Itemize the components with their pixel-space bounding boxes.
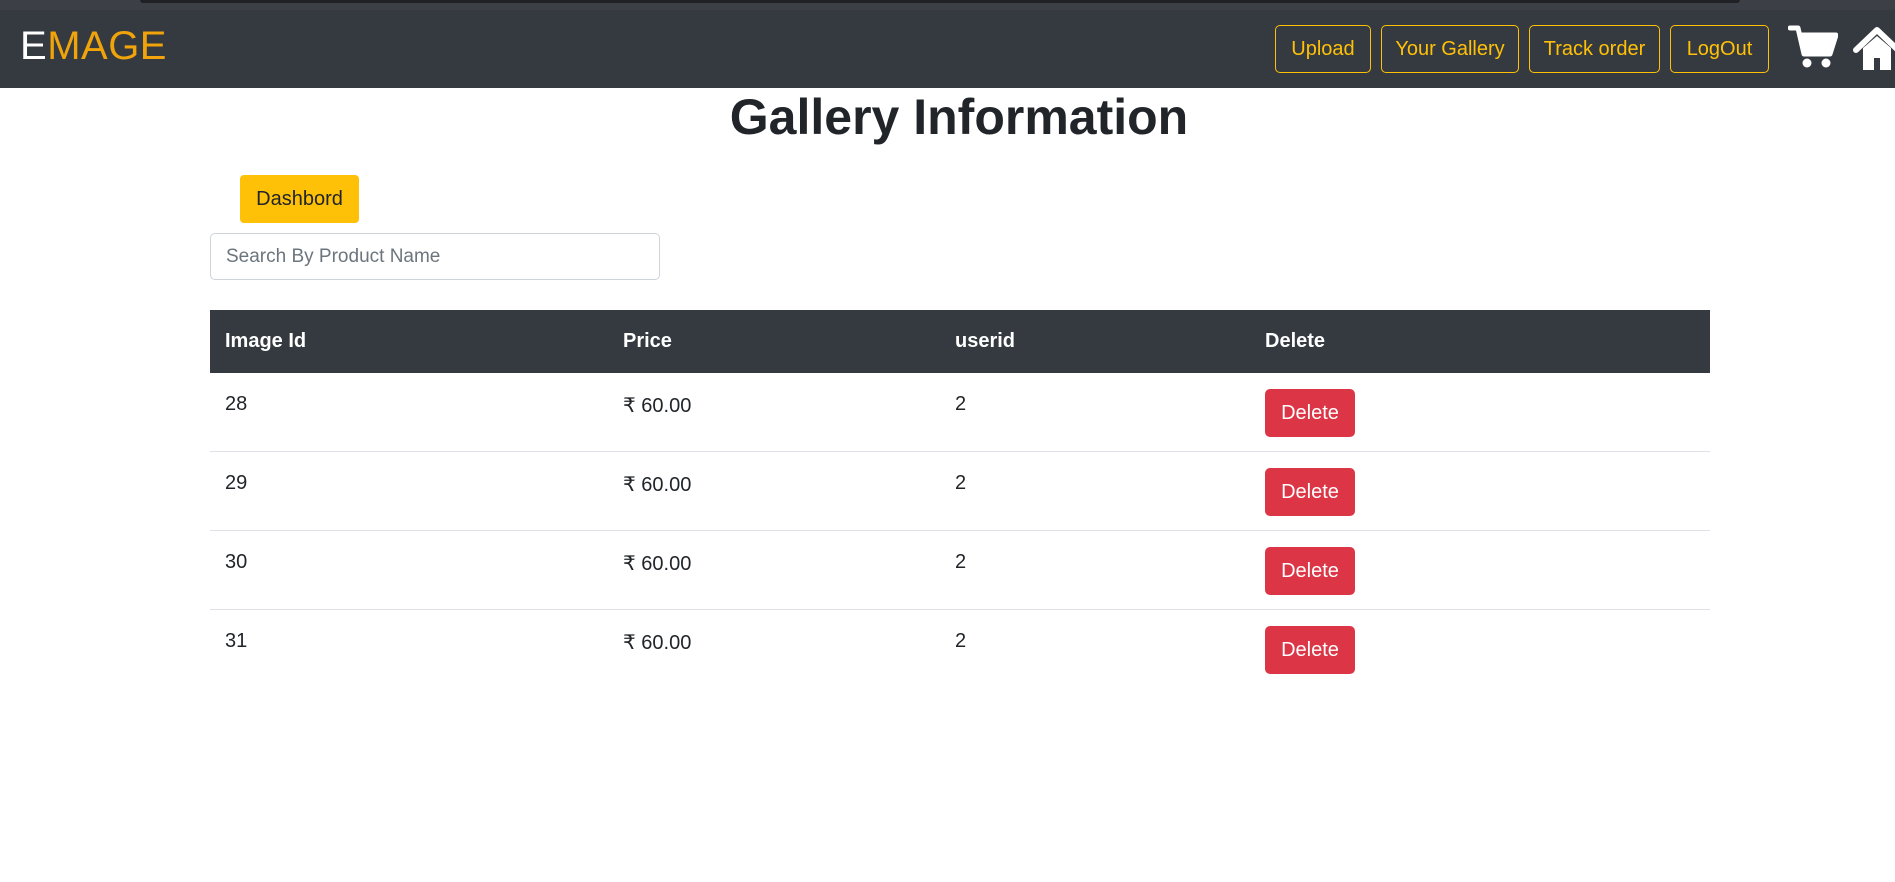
cell-price: ₹ 60.00 bbox=[623, 395, 692, 417]
gallery-table: Image Id Price userid Delete 28 ₹ 60.00 … bbox=[210, 310, 1710, 689]
cell-action: Delete bbox=[1250, 373, 1710, 437]
your-gallery-button[interactable]: Your Gallery bbox=[1381, 25, 1519, 73]
cell-image-id: 28 bbox=[225, 393, 248, 415]
dashboard-button[interactable]: Dashbord bbox=[240, 175, 359, 223]
brand-rest: MAGE bbox=[47, 24, 167, 68]
home-icon[interactable] bbox=[1852, 24, 1895, 74]
cell-image-id: 30 bbox=[225, 551, 248, 573]
header-delete: Delete bbox=[1265, 330, 1326, 352]
table-row: 30 ₹ 60.00 2 Delete bbox=[210, 531, 1710, 610]
delete-button[interactable]: Delete bbox=[1265, 626, 1355, 674]
delete-button[interactable]: Delete bbox=[1265, 547, 1355, 595]
brand-logo[interactable]: EMAGE bbox=[20, 24, 167, 69]
logout-button[interactable]: LogOut bbox=[1670, 25, 1769, 73]
browser-top-strip bbox=[0, 0, 1895, 10]
browser-scroll-bar bbox=[140, 0, 1740, 3]
cell-action: Delete bbox=[1250, 531, 1710, 595]
search-input[interactable] bbox=[210, 233, 660, 280]
cell-userid: 2 bbox=[955, 551, 967, 573]
cell-price: ₹ 60.00 bbox=[623, 553, 692, 575]
header-userid: userid bbox=[955, 330, 1016, 352]
header-price: Price bbox=[623, 330, 672, 352]
header-image-id: Image Id bbox=[225, 330, 307, 352]
cell-price: ₹ 60.00 bbox=[623, 474, 692, 496]
track-order-button[interactable]: Track order bbox=[1529, 25, 1660, 73]
delete-button[interactable]: Delete bbox=[1265, 468, 1355, 516]
table-header: Image Id Price userid Delete bbox=[210, 310, 1710, 373]
cell-action: Delete bbox=[1250, 452, 1710, 516]
cell-image-id: 31 bbox=[225, 630, 248, 652]
upload-button[interactable]: Upload bbox=[1275, 25, 1371, 73]
table-row: 29 ₹ 60.00 2 Delete bbox=[210, 452, 1710, 531]
cell-userid: 2 bbox=[955, 472, 967, 494]
cell-action: Delete bbox=[1250, 610, 1710, 674]
brand-first-letter: E bbox=[20, 24, 48, 68]
cell-image-id: 29 bbox=[225, 472, 248, 494]
table-row: 28 ₹ 60.00 2 Delete bbox=[210, 373, 1710, 452]
cell-userid: 2 bbox=[955, 393, 967, 415]
table-row: 31 ₹ 60.00 2 Delete bbox=[210, 610, 1710, 689]
navbar: EMAGE Upload Your Gallery Track order Lo… bbox=[0, 10, 1895, 88]
delete-button[interactable]: Delete bbox=[1265, 389, 1355, 437]
cart-icon[interactable] bbox=[1788, 24, 1838, 70]
cell-userid: 2 bbox=[955, 630, 967, 652]
cell-price: ₹ 60.00 bbox=[623, 632, 692, 654]
page-title: Gallery Information bbox=[729, 89, 1189, 145]
